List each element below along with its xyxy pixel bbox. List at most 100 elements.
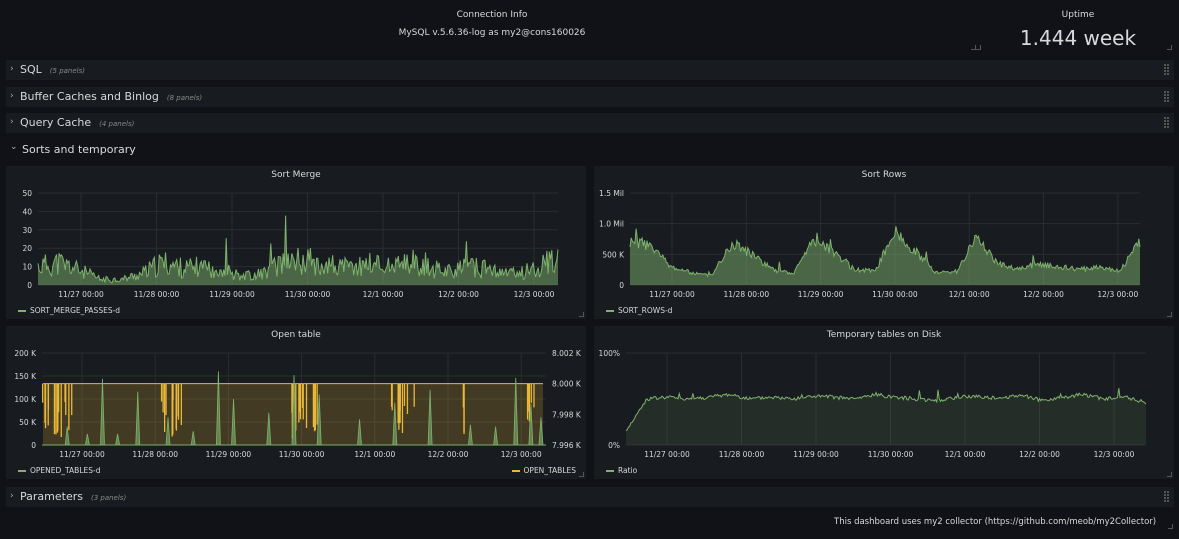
x-tick-label: 11/28 00:00	[134, 290, 180, 299]
resize-handle[interactable]	[1167, 45, 1172, 50]
x-tick-label: 11/28 00:00	[719, 450, 765, 459]
panel-sort-merge: Sort Merge 0 10 20 30 40 50 11/27 00:00 11/28 0…	[6, 166, 586, 319]
chevron-right-icon: ›	[10, 64, 14, 74]
resize-handle[interactable]	[1168, 524, 1173, 529]
opened-tables-spike	[216, 371, 221, 446]
x-tick-label: 11/28 00:00	[132, 450, 178, 459]
x-tick-label: 11/27 00:00	[59, 450, 105, 459]
legend-label: SORT_MERGE_PASSES-d	[30, 306, 121, 315]
drag-handle-icon[interactable]	[1164, 91, 1170, 103]
row-panel-count: (5 panels)	[49, 67, 85, 75]
panel-temp-tables-disk: Temporary tables on Disk 0% 100% 11/27 00:…	[594, 326, 1174, 479]
y-tick-label: 0%	[608, 441, 620, 450]
x-tick-label: 12/1 00:00	[949, 290, 990, 299]
legend-label: OPEN_TABLES	[523, 466, 576, 475]
connection-info-panel: Connection Info MySQL v.5.6.36-log as my…	[6, 4, 978, 52]
x-tick-label: 11/29 00:00	[209, 290, 255, 299]
legend-item[interactable]: SORT_MERGE_PASSES-d	[18, 306, 120, 315]
y2-tick-label: 8.002 K	[552, 349, 582, 358]
y2-tick-label: 7.998 K	[552, 410, 582, 419]
drag-handle-icon[interactable]	[1164, 117, 1170, 129]
panel-open-table: Open table 0 50 K 100 K 150 K 200 K 11/27 00:…	[6, 326, 586, 479]
sort-rows-chart: 0 500 K 1.0 Mil 1.5 Mil 11/27 00:00 11/28 00:…	[599, 189, 1141, 299]
y-tick-label: 1.0 Mil	[599, 220, 624, 229]
connection-info-value: MySQL v.5.6.36-log as my2@cons160026	[398, 28, 586, 38]
x-tick-label: 12/3 00:00	[1097, 290, 1138, 299]
y2-tick-label: 7.996 K	[552, 441, 582, 450]
resize-handle[interactable]	[1167, 312, 1172, 317]
resize-handle[interactable]	[1167, 472, 1172, 477]
legend-label: SORT_ROWS-d	[618, 306, 673, 315]
y-tick-label: 50 K	[19, 418, 37, 427]
resize-handle[interactable]	[579, 472, 584, 477]
y-tick-label: 10	[22, 263, 32, 272]
chevron-right-icon: ›	[10, 117, 14, 127]
y-tick-label: 0	[27, 281, 32, 290]
x-tick-label: 11/30 00:00	[872, 290, 918, 299]
x-tick-label: 12/2 00:00	[428, 450, 469, 459]
row-sql[interactable]: › SQL (5 panels)	[6, 60, 1174, 80]
x-tick-label: 12/1 00:00	[945, 450, 986, 459]
drag-handle-icon[interactable]	[1164, 64, 1170, 76]
row-parameters[interactable]: › Parameters (3 panels)	[6, 487, 1174, 507]
legend-item[interactable]: SORT_ROWS-d	[606, 306, 672, 315]
series-area	[626, 388, 1146, 445]
x-tick-label: 11/27 00:00	[649, 290, 695, 299]
x-tick-label: 12/2 00:00	[438, 290, 479, 299]
x-tick-label: 12/1 00:00	[354, 450, 395, 459]
drag-handle-icon[interactable]	[1164, 491, 1170, 503]
legend-item[interactable]: OPENED_TABLES-d	[18, 466, 100, 475]
x-tick-label: 12/3 00:00	[1094, 450, 1135, 459]
row-title: SQL	[20, 63, 42, 76]
x-tick-label: 11/29 00:00	[793, 450, 839, 459]
y-tick-label: 150 K	[14, 372, 37, 381]
x-tick-label: 11/29 00:00	[798, 290, 844, 299]
x-tick-label: 11/30 00:00	[279, 450, 325, 459]
legend-label: OPENED_TABLES-d	[30, 466, 101, 475]
chevron-down-icon: ⌄	[10, 142, 18, 152]
y-tick-label: 1.5 Mil	[599, 189, 624, 198]
series-area	[630, 226, 1140, 285]
chevron-right-icon: ›	[10, 491, 14, 501]
x-tick-label: 11/27 00:00	[644, 450, 690, 459]
legend-item[interactable]: OPEN_TABLES	[511, 466, 576, 475]
legend-item[interactable]: Ratio	[606, 466, 637, 475]
row-title: Buffer Caches and Binlog	[20, 90, 159, 103]
y-tick-label: 20	[22, 244, 32, 253]
y-tick-label: 0	[31, 441, 36, 450]
y-tick-label: 500 K	[602, 250, 625, 259]
row-panel-count: (4 panels)	[99, 120, 135, 128]
row-panel-count: (3 panels)	[90, 494, 127, 502]
x-tick-label: 12/2 00:00	[1019, 450, 1060, 459]
y-tick-label: 200 K	[14, 349, 37, 358]
y-tick-label: 0	[619, 281, 624, 290]
y-tick-label: 40	[22, 207, 32, 216]
row-query-cache[interactable]: › Query Cache (4 panels)	[6, 113, 1174, 133]
legend-label: Ratio	[618, 466, 638, 475]
x-tick-label: 11/30 00:00	[868, 450, 914, 459]
connection-info-title: Connection Info	[456, 10, 528, 20]
x-tick-label: 11/29 00:00	[206, 450, 252, 459]
x-tick-label: 12/1 00:00	[363, 290, 404, 299]
footer-note: This dashboard uses my2 collector (https…	[834, 517, 1157, 527]
row-buffer-caches[interactable]: › Buffer Caches and Binlog (8 panels)	[6, 87, 1174, 107]
uptime-value: 1.444 week	[1019, 26, 1137, 50]
chevron-right-icon: ›	[10, 91, 14, 101]
x-tick-label: 12/3 00:00	[501, 450, 542, 459]
y-tick-label: 100%	[599, 349, 620, 358]
x-tick-label: 11/27 00:00	[58, 290, 104, 299]
resize-handle[interactable]	[976, 45, 981, 50]
row-title: Parameters	[20, 490, 83, 503]
sort-merge-chart: 0 10 20 30 40 50 11/27 00:00 11/28 00:00 11/29 0…	[22, 189, 559, 299]
resize-handle[interactable]	[579, 312, 584, 317]
x-tick-label: 11/30 00:00	[285, 290, 331, 299]
row-sorts-temporary[interactable]: ⌄ Sorts and temporary	[6, 140, 1174, 160]
uptime-panel: Uptime 1.444 week	[976, 4, 1174, 52]
uptime-title: Uptime	[1061, 10, 1095, 20]
row-title: Sorts and temporary	[22, 143, 136, 156]
y2-tick-label: 8.000 K	[552, 380, 582, 389]
x-tick-label: 12/2 00:00	[1023, 290, 1064, 299]
x-tick-label: 12/3 00:00	[514, 290, 555, 299]
y-tick-label: 50	[22, 189, 32, 198]
row-title: Query Cache	[20, 116, 92, 129]
